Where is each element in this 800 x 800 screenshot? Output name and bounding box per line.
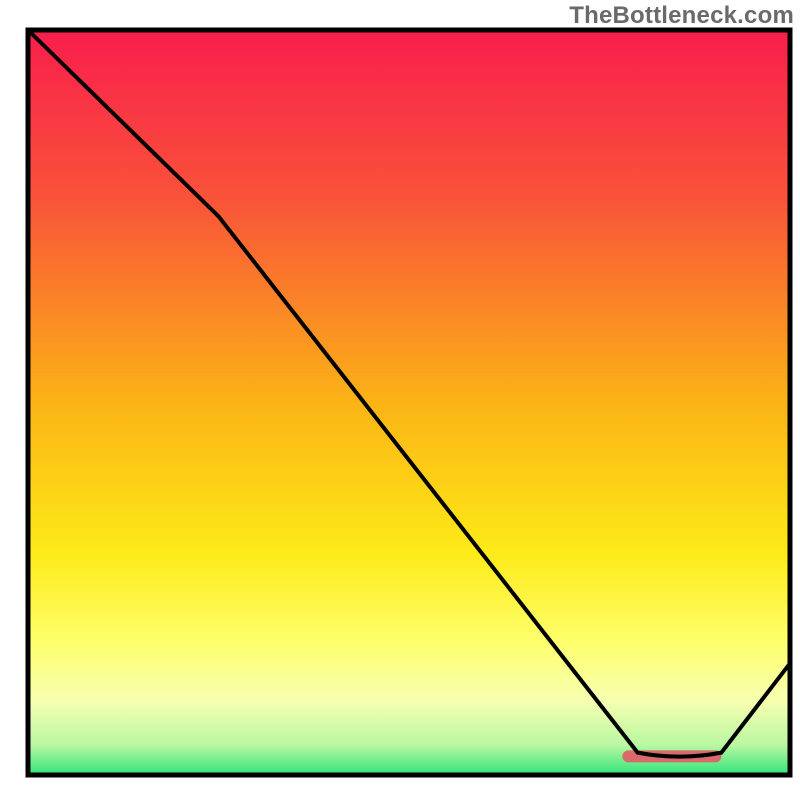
watermark-text: TheBottleneck.com bbox=[569, 2, 794, 30]
chart-container: TheBottleneck.com bbox=[0, 0, 800, 800]
bottleneck-chart bbox=[0, 0, 800, 800]
